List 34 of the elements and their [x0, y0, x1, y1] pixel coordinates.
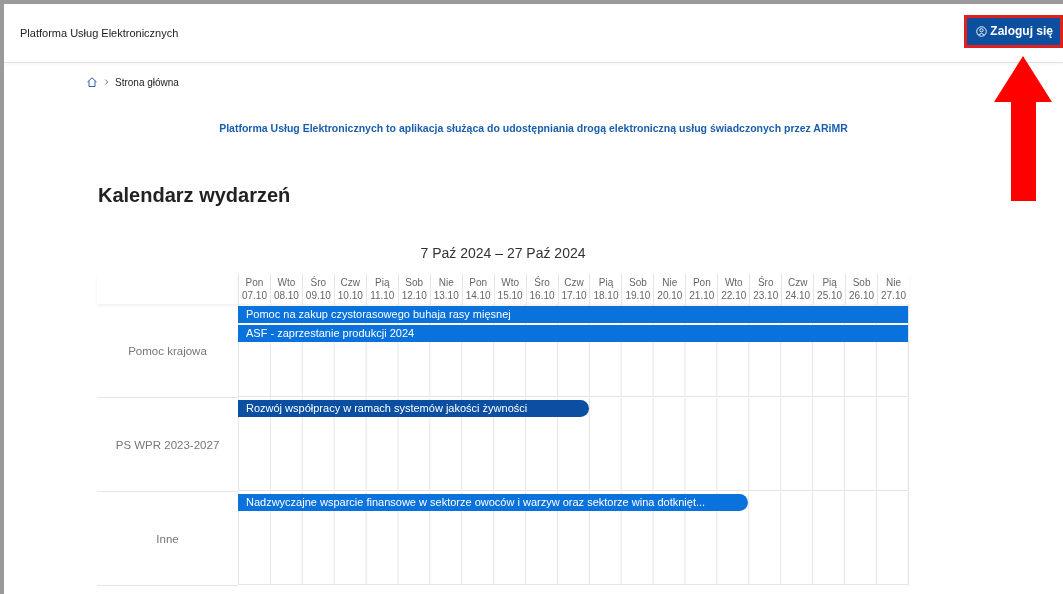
day-header: Pon 14.10: [461, 274, 494, 304]
day-header: Wto 15.10: [493, 274, 526, 304]
home-icon[interactable]: [86, 76, 98, 88]
event-bar[interactable]: Pomoc na zakup czystorasowego buhaja rasy mięsnej: [238, 306, 908, 323]
day-header: Sob 12.10: [397, 274, 430, 304]
user-icon: [976, 25, 988, 37]
day-header: Nie 13.10: [429, 274, 462, 304]
site-title: Platforma Usług Elektronicznych: [20, 27, 179, 39]
day-header: Nie 27.10: [877, 274, 909, 304]
day-header: Śro 16.10: [525, 274, 558, 304]
chevron-icon: [104, 78, 109, 86]
calendar-range-title: 7 Paź 2024 – 27 Paź 2024: [419, 245, 587, 261]
day-header: Pią 25.10: [813, 274, 846, 304]
day-header: Sob 19.10: [621, 274, 654, 304]
event-bar[interactable]: ASF - zaprzestanie produkcji 2024: [238, 325, 908, 342]
day-header: Pią 11.10: [365, 274, 398, 304]
day-header: Sob 26.10: [845, 274, 878, 304]
day-header: Pią 18.10: [589, 274, 622, 304]
day-header: Czw 17.10: [557, 274, 590, 304]
day-header: Wto 22.10: [717, 274, 750, 304]
day-header: Pon 21.10: [685, 274, 718, 304]
event-bar[interactable]: Nadzwyczajne wsparcie finansowe w sektorze owoców i warzyw oraz sektorze wina dotknięt...: [238, 494, 749, 511]
day-header: Śro 23.10: [749, 274, 782, 304]
day-header: Nie 20.10: [653, 274, 686, 304]
day-header: Śro 09.10: [301, 274, 334, 304]
day-header: Czw 24.10: [781, 274, 814, 304]
day-header: Wto 08.10: [269, 274, 302, 304]
breadcrumb-link[interactable]: Strona główna: [115, 76, 179, 88]
day-header: Czw 10.10: [333, 274, 366, 304]
page-heading: Kalendarz wydarzeń: [98, 184, 292, 207]
event-bar[interactable]: Rozwój współpracy w ramach systemów jakości żywności: [238, 400, 589, 417]
tagline-text: Platforma Usług Elektronicznych to aplikacja służąca do udostępniania drogą elektroniczną usług świadczonych przez ARiMR: [218, 122, 849, 134]
login-button[interactable]: Zaloguj się: [964, 14, 1063, 48]
day-header: Pon 07.10: [238, 274, 270, 304]
